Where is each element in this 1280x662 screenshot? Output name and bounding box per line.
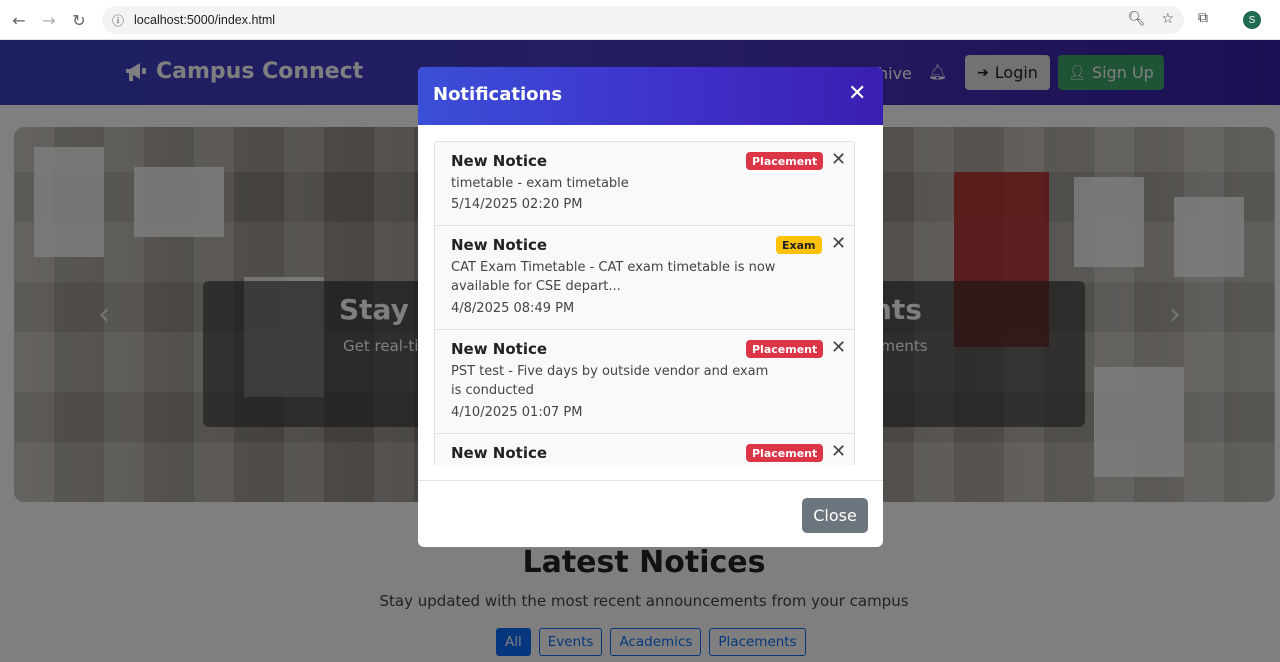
dismiss-icon[interactable]: ✕	[831, 149, 846, 170]
notification-item: New Notice timetable - exam timetable 5/…	[435, 142, 854, 226]
placement-badge: Placement	[746, 340, 824, 358]
site-info-icon[interactable]: ⓘ	[112, 12, 124, 29]
notification-item: New Notice PST test - Five days by outsi…	[435, 330, 854, 434]
close-button[interactable]: Close	[802, 498, 868, 533]
notification-item: New Notice CAT Exam Timetable - CAT exam…	[435, 226, 854, 330]
extensions-icon[interactable]: ⧉	[1198, 10, 1216, 28]
notification-date: 4/8/2025 08:49 PM	[451, 301, 575, 316]
browser-toolbar: ← → ↻ ⓘ localhost:5000/index.html 🔍︎ ☆ ⧉…	[0, 0, 1280, 40]
dismiss-icon[interactable]: ✕	[831, 233, 846, 254]
forward-icon[interactable]: →	[34, 5, 64, 35]
modal-header: Notifications ✕	[418, 67, 883, 125]
exam-badge: Exam	[776, 236, 822, 254]
modal-footer: Close	[418, 480, 883, 547]
notifications-modal: Notifications ✕ New Notice timetable - e…	[418, 67, 883, 547]
placement-badge: Placement	[746, 152, 824, 170]
notification-desc: timetable - exam timetable	[451, 176, 629, 191]
dismiss-icon[interactable]: ✕	[831, 441, 846, 462]
notification-list-container[interactable]: New Notice timetable - exam timetable 5/…	[434, 141, 868, 465]
modal-title: Notifications	[433, 84, 563, 105]
placement-badge: Placement	[746, 444, 824, 462]
back-icon[interactable]: ←	[4, 5, 34, 35]
bookmark-star-icon[interactable]: ☆	[1161, 11, 1174, 27]
notification-date: 5/14/2025 02:20 PM	[451, 197, 583, 212]
profile-avatar[interactable]: S	[1243, 11, 1261, 29]
modal-close-icon[interactable]: ✕	[848, 83, 866, 105]
zoom-icon[interactable]: 🔍︎	[1128, 11, 1146, 27]
notification-date: 4/10/2025 01:07 PM	[451, 405, 583, 420]
notification-item: New Notice Placement ✕	[435, 434, 854, 465]
notification-list: New Notice timetable - exam timetable 5/…	[434, 141, 855, 465]
reload-icon[interactable]: ↻	[64, 5, 94, 35]
notification-desc: CAT Exam Timetable - CAT exam timetable …	[451, 260, 776, 294]
address-bar[interactable]: ⓘ localhost:5000/index.html 🔍︎ ☆	[102, 6, 1184, 34]
url-text: localhost:5000/index.html	[134, 13, 276, 27]
dismiss-icon[interactable]: ✕	[831, 337, 846, 358]
notification-desc: PST test - Five days by outside vendor a…	[451, 364, 769, 398]
